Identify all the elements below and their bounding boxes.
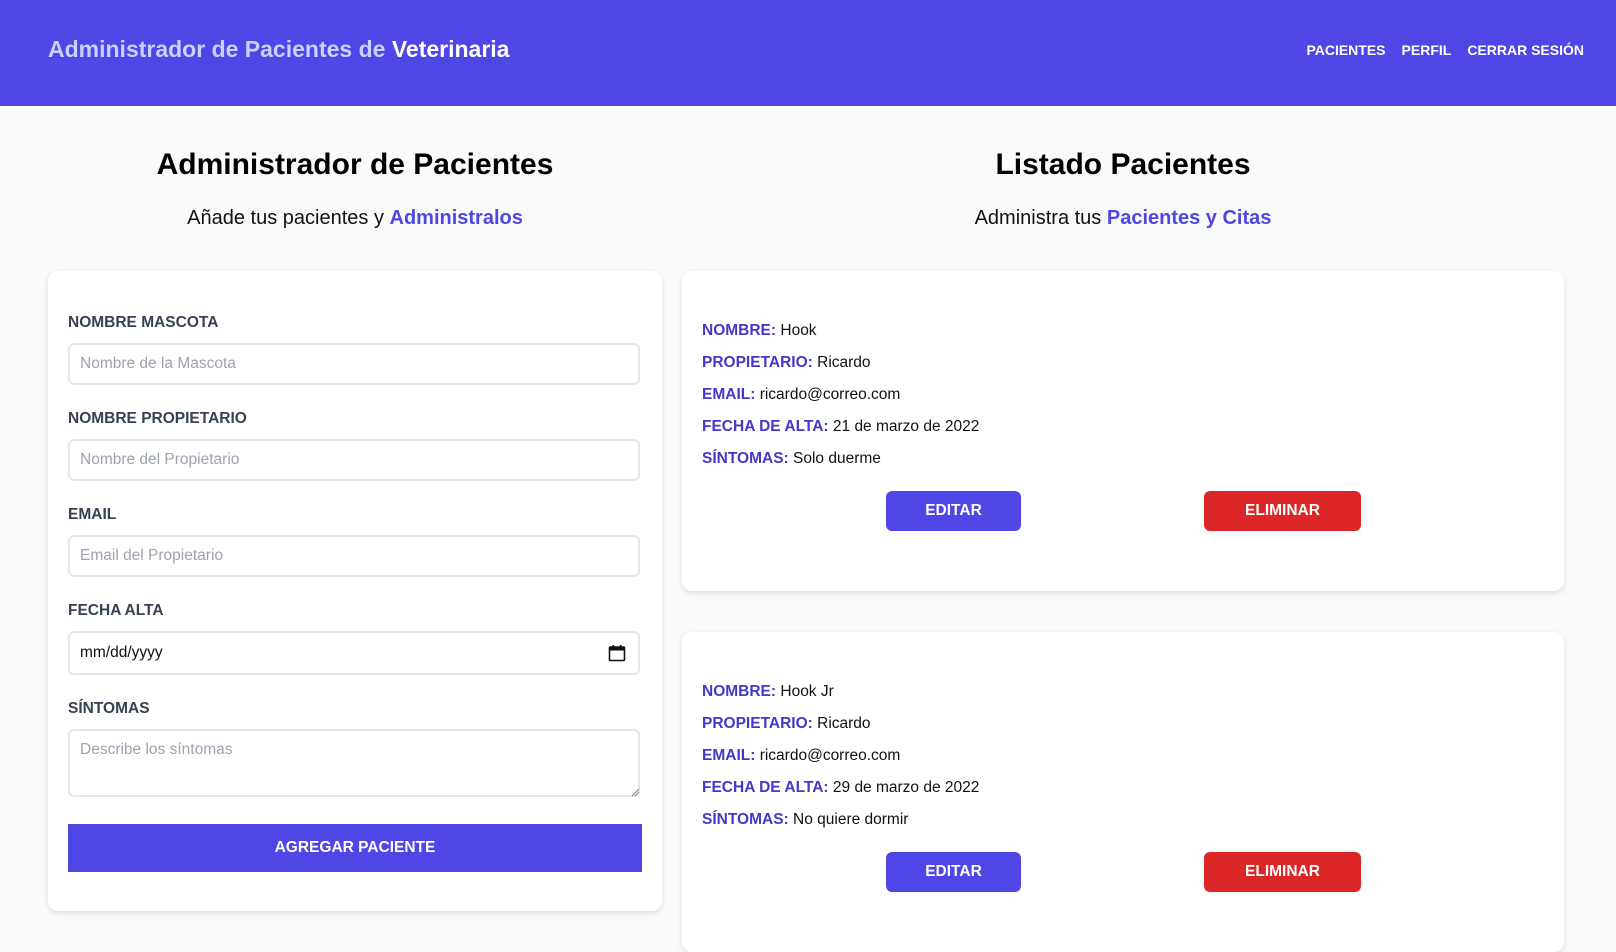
field-key: Email:: [702, 386, 756, 403]
patient-symptoms: Síntomas: No quiere dormir: [702, 811, 908, 829]
list-subtitle-accent: Pacientes y Citas: [1106, 207, 1272, 229]
email-input[interactable]: [68, 535, 640, 577]
pet-name-label: Nombre Mascota: [68, 314, 219, 331]
list-subtitle-prefix: Administra tus: [974, 207, 1107, 229]
patient-date: Fecha de Alta: 21 de marzo de 2022: [702, 418, 979, 436]
patient-owner: Propietario: Ricardo: [702, 354, 871, 372]
field-value: 29 de marzo de 2022: [832, 779, 980, 796]
delete-button[interactable]: Eliminar: [1204, 852, 1361, 892]
field-value: ricardo@correo.com: [759, 386, 901, 403]
calendar-icon[interactable]: [608, 644, 626, 662]
delete-button[interactable]: Eliminar: [1204, 491, 1361, 531]
field-value: 21 de marzo de 2022: [832, 418, 980, 435]
pet-name-input[interactable]: [68, 343, 640, 385]
patient-name: Nombre: Hook Jr: [702, 683, 834, 701]
main-nav: Pacientes Perfil Cerrar Sesión: [1306, 42, 1584, 58]
field-value: No quiere dormir: [793, 811, 909, 828]
form-section-title: Administrador de Pacientes: [156, 148, 554, 181]
list-section-title: Listado Pacientes: [995, 148, 1251, 181]
edit-button[interactable]: Editar: [886, 852, 1021, 892]
field-value: Ricardo: [817, 354, 871, 371]
patient-card: Nombre: Hook Jr Propietario: Ricardo Ema…: [682, 632, 1564, 952]
field-key: Síntomas:: [702, 450, 789, 467]
nav-link-perfil[interactable]: Perfil: [1402, 42, 1452, 58]
field-value: Ricardo: [817, 715, 871, 732]
brand-text: Administrador de Pacientes de: [48, 36, 392, 62]
patient-email: Email: ricardo@correo.com: [702, 747, 900, 765]
field-value: Hook Jr: [780, 683, 834, 700]
form-subtitle-prefix: Añade tus pacientes y: [187, 207, 390, 229]
email-label: Email: [68, 506, 117, 523]
patient-owner: Propietario: Ricardo: [702, 715, 871, 733]
date-input[interactable]: mm/dd/yyyy: [68, 631, 640, 675]
patient-email: Email: ricardo@correo.com: [702, 386, 900, 404]
field-key: Nombre:: [702, 683, 777, 700]
patient-symptoms: Síntomas: Solo duerme: [702, 450, 881, 468]
patient-card: Nombre: Hook Propietario: Ricardo Email:…: [682, 271, 1564, 591]
field-key: Email:: [702, 747, 756, 764]
symptoms-label: Síntomas: [68, 700, 150, 717]
field-value: ricardo@correo.com: [759, 747, 901, 764]
brand-strong-text: Veterinaria: [391, 36, 510, 62]
resize-handle-icon[interactable]: [630, 787, 640, 797]
top-header: Administrador de Pacientes de Veterinari…: [0, 0, 1616, 106]
field-key: Nombre:: [702, 322, 777, 339]
patient-name: Nombre: Hook: [702, 322, 817, 340]
field-value: Solo duerme: [793, 450, 881, 467]
form-subtitle-accent: Administralos: [389, 207, 523, 229]
field-key: Síntomas:: [702, 811, 789, 828]
field-key: Fecha de Alta:: [702, 418, 829, 435]
symptoms-textarea[interactable]: [68, 729, 640, 797]
patient-date: Fecha de Alta: 29 de marzo de 2022: [702, 779, 979, 797]
list-section-subtitle: Administra tus Pacientes y Citas: [682, 207, 1564, 230]
field-key: Propietario:: [702, 715, 813, 732]
field-key: Propietario:: [702, 354, 813, 371]
patient-form: Nombre Mascota Nombre Propietario Email …: [48, 271, 662, 911]
field-value: Hook: [780, 322, 817, 339]
nav-link-cerrar-sesion[interactable]: Cerrar Sesión: [1467, 42, 1584, 58]
field-key: Fecha de Alta:: [702, 779, 829, 796]
owner-name-label: Nombre Propietario: [68, 410, 247, 427]
nav-link-pacientes[interactable]: Pacientes: [1306, 42, 1385, 58]
owner-name-input[interactable]: [68, 439, 640, 481]
date-label: Fecha Alta: [68, 602, 164, 619]
form-section-subtitle: Añade tus pacientes y Administralos: [48, 207, 662, 230]
date-input-value: mm/dd/yyyy: [80, 644, 163, 661]
edit-button[interactable]: Editar: [886, 491, 1021, 531]
app-brand: Administrador de Pacientes de Veterinari…: [48, 36, 509, 63]
add-patient-button[interactable]: Agregar Paciente: [68, 824, 642, 872]
